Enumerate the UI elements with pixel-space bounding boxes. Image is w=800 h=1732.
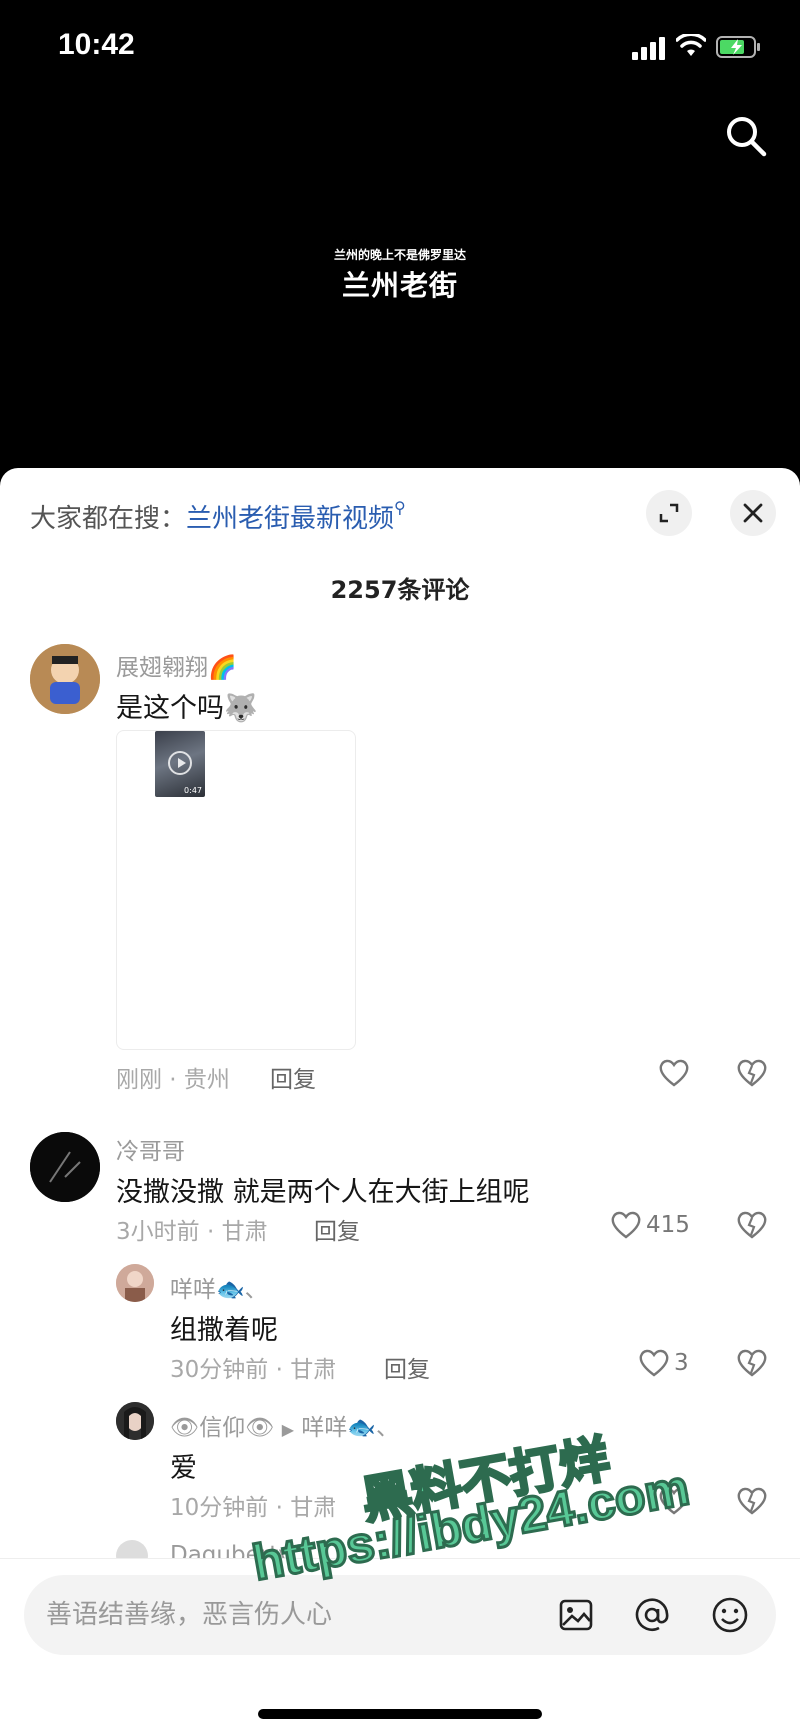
heart-icon[interactable] [658, 1058, 690, 1088]
comment-text: 是这个吗🐺 [116, 686, 258, 725]
video-player[interactable]: 兰州的晚上不是佛罗里达 兰州老街 [0, 100, 800, 470]
reply-author: 👁信仰👁 ▶ 咩咩🐟、 [170, 1408, 399, 1442]
like-button[interactable]: 415 [610, 1210, 690, 1240]
heart-icon [611, 1211, 641, 1239]
emoji-icon [712, 1597, 748, 1633]
avatar[interactable] [30, 1132, 100, 1202]
reply-author-name[interactable]: 👁信仰👁 [170, 1415, 274, 1441]
broken-heart-icon[interactable] [736, 1058, 768, 1088]
comment-meta: 3小时前 · 甘肃 [116, 1219, 268, 1245]
comment-input[interactable] [46, 1595, 526, 1635]
reply-author[interactable]: 咩咩🐟、 [170, 1270, 268, 1304]
broken-heart-icon[interactable] [736, 1486, 768, 1516]
image-icon [559, 1599, 593, 1631]
comment-input-bar [0, 1558, 800, 1732]
comment-meta: 刚刚 · 贵州 [116, 1067, 230, 1093]
expand-icon [659, 503, 679, 523]
comment-emoji: 🐺 [224, 693, 258, 724]
play-icon [168, 751, 192, 775]
search-icon[interactable] [722, 112, 770, 160]
avatar[interactable] [116, 1264, 154, 1302]
avatar[interactable] [116, 1402, 154, 1440]
video-thumbnail[interactable]: 0:47 [155, 731, 205, 797]
status-time: 10:42 [58, 28, 135, 61]
broken-heart-icon[interactable] [736, 1210, 768, 1240]
emoji-button[interactable] [708, 1593, 752, 1637]
wifi-icon [676, 34, 706, 56]
heart-icon [639, 1349, 669, 1377]
like-count: 415 [646, 1212, 690, 1238]
search-suggestion-link[interactable]: 兰州老街最新视频 [186, 504, 394, 534]
comment-author[interactable]: 展翅翱翔🌈 [116, 648, 237, 682]
reply-meta: 10分钟前 · 甘肃 [170, 1495, 337, 1521]
reply-text: 爱 [170, 1453, 197, 1484]
reply-arrow-icon: ▶ [281, 1420, 295, 1439]
cellular-signal-icon [632, 36, 666, 60]
like-count: 3 [674, 1350, 689, 1376]
mention-button[interactable] [630, 1593, 674, 1637]
close-icon [743, 503, 763, 523]
video-subtitle: 兰州的晚上不是佛罗里达 [333, 248, 466, 262]
comment-text: 没撒没撒 就是两个人在大街上组呢 [116, 1177, 530, 1208]
reply-meta: 30分钟前 · 甘肃 [170, 1357, 337, 1383]
video-duration: 0:47 [184, 786, 202, 795]
comment-input-pill[interactable] [24, 1575, 776, 1655]
reply-text: 组撒着呢 [170, 1315, 278, 1346]
like-button[interactable]: 3 [638, 1348, 689, 1378]
search-suggestion[interactable]: 大家都在搜：兰州老街最新视频⚲ [30, 498, 406, 535]
reply-target-name[interactable]: 咩咩🐟、 [301, 1415, 399, 1441]
broken-heart-icon[interactable] [736, 1348, 768, 1378]
at-icon [635, 1598, 669, 1631]
expand-button[interactable] [646, 490, 692, 536]
comment-media-card[interactable]: 0:47 [116, 730, 356, 1050]
reply-button[interactable]: 回复 [384, 1350, 430, 1384]
comment-text-body: 是这个吗 [116, 693, 224, 724]
reply-button[interactable]: 回复 [270, 1060, 316, 1094]
comment-author[interactable]: 冷哥哥 [116, 1132, 185, 1166]
image-button[interactable] [554, 1593, 598, 1637]
close-button[interactable] [730, 490, 776, 536]
home-indicator[interactable] [258, 1709, 542, 1719]
reply-button[interactable]: 回复 [314, 1212, 360, 1246]
comment-count: 2257条评论 [330, 576, 470, 604]
small-search-icon: ⚲ [394, 498, 406, 517]
battery-charging-icon [716, 36, 760, 58]
search-suggestion-prefix: 大家都在搜： [30, 504, 187, 534]
avatar[interactable] [30, 644, 100, 714]
video-title: 兰州老街 [341, 269, 458, 302]
status-bar: 10:42 [0, 0, 800, 100]
